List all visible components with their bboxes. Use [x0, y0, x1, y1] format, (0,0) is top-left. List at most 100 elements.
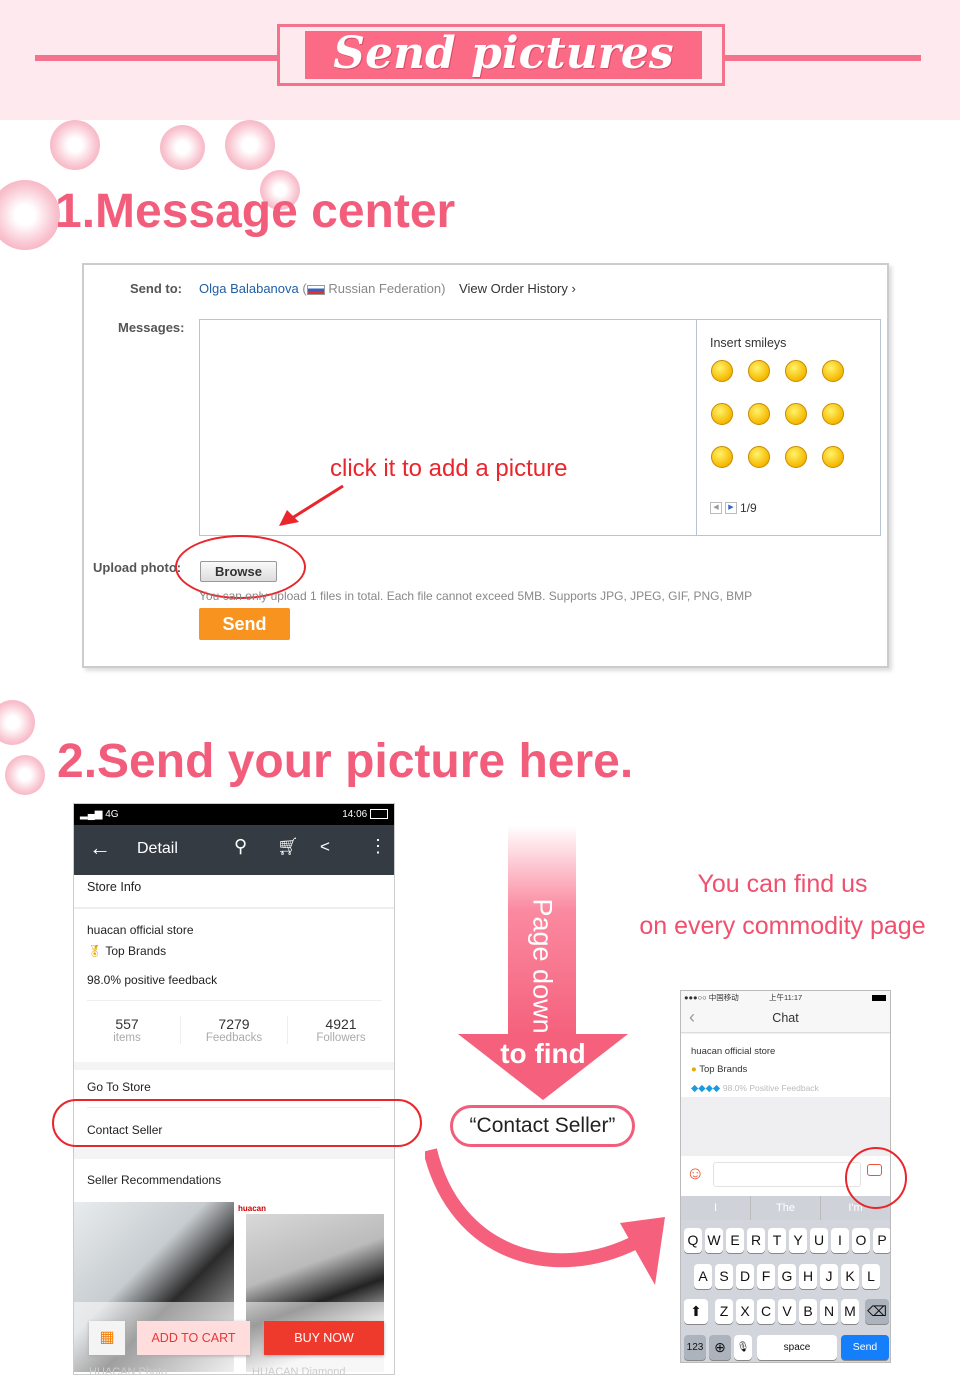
mic-key-icon[interactable]: 🎙︎: [734, 1335, 752, 1360]
prev-page-icon[interactable]: ◀: [710, 502, 722, 514]
upload-photo-label: Upload photo:: [93, 560, 182, 575]
blossom-decoration: [5, 755, 45, 795]
smiley-icon[interactable]: [711, 403, 733, 425]
recipient-link[interactable]: Olga Balabanova: [199, 281, 299, 296]
keyboard-key[interactable]: E: [726, 1228, 744, 1253]
chat-input[interactable]: [713, 1162, 861, 1187]
keyboard-key[interactable]: P: [873, 1228, 890, 1253]
medal-icon: ●: [691, 1064, 697, 1075]
smiley-icon[interactable]: [748, 446, 770, 468]
insert-smileys-label: Insert smileys: [710, 336, 787, 350]
store-stats: 557 items 7279 Feedbacks 4921 Followers: [74, 1016, 394, 1044]
keyboard-key[interactable]: B: [799, 1299, 817, 1324]
store-icon[interactable]: ▦: [89, 1321, 125, 1355]
share-icon[interactable]: <: [320, 837, 330, 857]
keyboard-key[interactable]: 123: [684, 1335, 706, 1360]
send-button[interactable]: Send: [199, 608, 290, 640]
keyboard-key[interactable]: Q: [684, 1228, 702, 1253]
search-icon[interactable]: ⚲: [234, 836, 247, 857]
emoji-icon[interactable]: ☺: [686, 1163, 704, 1184]
smiley-icon[interactable]: [748, 403, 770, 425]
keyboard-key[interactable]: C: [757, 1299, 775, 1324]
battery-icon: [370, 809, 388, 820]
go-to-store-link[interactable]: Go To Store: [74, 1080, 394, 1094]
smiley-icon[interactable]: [748, 360, 770, 382]
stat-value: 557: [115, 1016, 139, 1032]
keyboard-key[interactable]: Y: [789, 1228, 807, 1253]
buy-now-button[interactable]: BUY NOW: [264, 1321, 384, 1355]
keyboard-key[interactable]: N: [820, 1299, 838, 1324]
keyboard-key[interactable]: Z: [715, 1299, 733, 1324]
suggestion[interactable]: The: [751, 1196, 821, 1220]
cart-icon[interactable]: 🛒︎: [277, 837, 299, 857]
upload-hint: You can only upload 1 files in total. Ea…: [199, 589, 753, 603]
section2-heading: 2.Send your picture here.: [57, 735, 634, 788]
recipient-country: Russian Federation): [328, 281, 446, 296]
find-us-line1: You can find us: [697, 870, 868, 898]
keyboard-key[interactable]: X: [736, 1299, 754, 1324]
smiley-icon[interactable]: [785, 446, 807, 468]
keyboard-key[interactable]: D: [736, 1264, 754, 1289]
blossom-decoration: [0, 180, 60, 250]
smiley-icon[interactable]: [711, 360, 733, 382]
keyboard-key[interactable]: J: [820, 1264, 838, 1289]
seller-recommendations-header: Seller Recommendations: [87, 1173, 222, 1187]
medal-icon: 🏅︎: [87, 944, 103, 958]
top-brands-label: Top Brands: [105, 944, 167, 958]
next-page-icon[interactable]: ▶: [725, 502, 737, 514]
keyboard-key[interactable]: O: [852, 1228, 870, 1253]
keyboard-key[interactable]: T: [768, 1228, 786, 1253]
brand-logo: huacan: [238, 1204, 267, 1213]
stat-label: items: [113, 1032, 141, 1044]
smiley-icon[interactable]: [822, 403, 844, 425]
keyboard-key[interactable]: I: [831, 1228, 849, 1253]
keyboard-key[interactable]: U: [810, 1228, 828, 1253]
add-to-cart-button[interactable]: ADD TO CART: [137, 1321, 250, 1355]
suggestion[interactable]: I: [681, 1196, 751, 1220]
store-name: huacan official store: [87, 923, 194, 937]
message-textarea[interactable]: [199, 319, 697, 536]
smiley-icon[interactable]: [822, 446, 844, 468]
banner-title: Send pictures: [305, 31, 702, 79]
keyboard-key[interactable]: V: [778, 1299, 796, 1324]
keyboard: Q W E R T Y U I O P A S D F G H J K L ⬆ Z X C V B N M ⌫ 123 ⊕ 🎙︎ space S…: [681, 1220, 890, 1362]
keyboard-key[interactable]: M: [841, 1299, 859, 1324]
keyboard-key[interactable]: G: [778, 1264, 796, 1289]
highlight-camera: [845, 1147, 907, 1209]
app-bar-title: Detail: [137, 840, 178, 857]
keyboard-key[interactable]: H: [799, 1264, 817, 1289]
smiley-icon[interactable]: [785, 403, 807, 425]
shift-key-icon[interactable]: ⬆: [684, 1299, 708, 1324]
backspace-key-icon[interactable]: ⌫: [865, 1299, 889, 1324]
messages-label: Messages:: [118, 320, 185, 335]
keyboard-key[interactable]: L: [862, 1264, 880, 1289]
keyboard-key[interactable]: F: [757, 1264, 775, 1289]
smiley-icon[interactable]: [822, 360, 844, 382]
keyboard-key[interactable]: S: [715, 1264, 733, 1289]
diamond-rating-icon: ◆◆◆◆: [691, 1083, 721, 1094]
clock: 上午11:17: [769, 993, 803, 1002]
keyboard-key[interactable]: K: [841, 1264, 859, 1289]
space-key[interactable]: space: [757, 1335, 837, 1360]
stat-label: Feedbacks: [205, 1032, 263, 1044]
carrier: ●●●○○ 中国移动: [684, 993, 739, 1002]
keyboard-key[interactable]: W: [705, 1228, 723, 1253]
keyboard-key[interactable]: A: [694, 1264, 712, 1289]
more-icon[interactable]: ⋮: [369, 836, 387, 857]
annotation-arrow-icon: [279, 484, 344, 526]
smiley-icon[interactable]: [711, 446, 733, 468]
stat-value: 4921: [325, 1016, 357, 1032]
keyboard-key[interactable]: R: [747, 1228, 765, 1253]
find-us-line2: on every commodity page: [639, 912, 926, 940]
send-to-label: Send to:: [130, 281, 182, 296]
view-order-history-link[interactable]: View Order History ›: [459, 281, 576, 296]
globe-key-icon[interactable]: ⊕: [709, 1335, 731, 1360]
product-title: HUACAN Diamond: [252, 1366, 346, 1375]
smiley-icon[interactable]: [785, 360, 807, 382]
phone-store-detail: ▂▄▆ 4G 14:06 ← Detail ⚲ 🛒︎ < ⋮ Store Inf…: [73, 803, 395, 1375]
positive-feedback: 98.0% positive feedback: [87, 973, 218, 987]
back-arrow-icon[interactable]: ←: [89, 835, 111, 861]
stat-label: Followers: [316, 1032, 366, 1044]
network-label: 4G: [105, 809, 119, 820]
send-key[interactable]: Send: [841, 1335, 889, 1360]
